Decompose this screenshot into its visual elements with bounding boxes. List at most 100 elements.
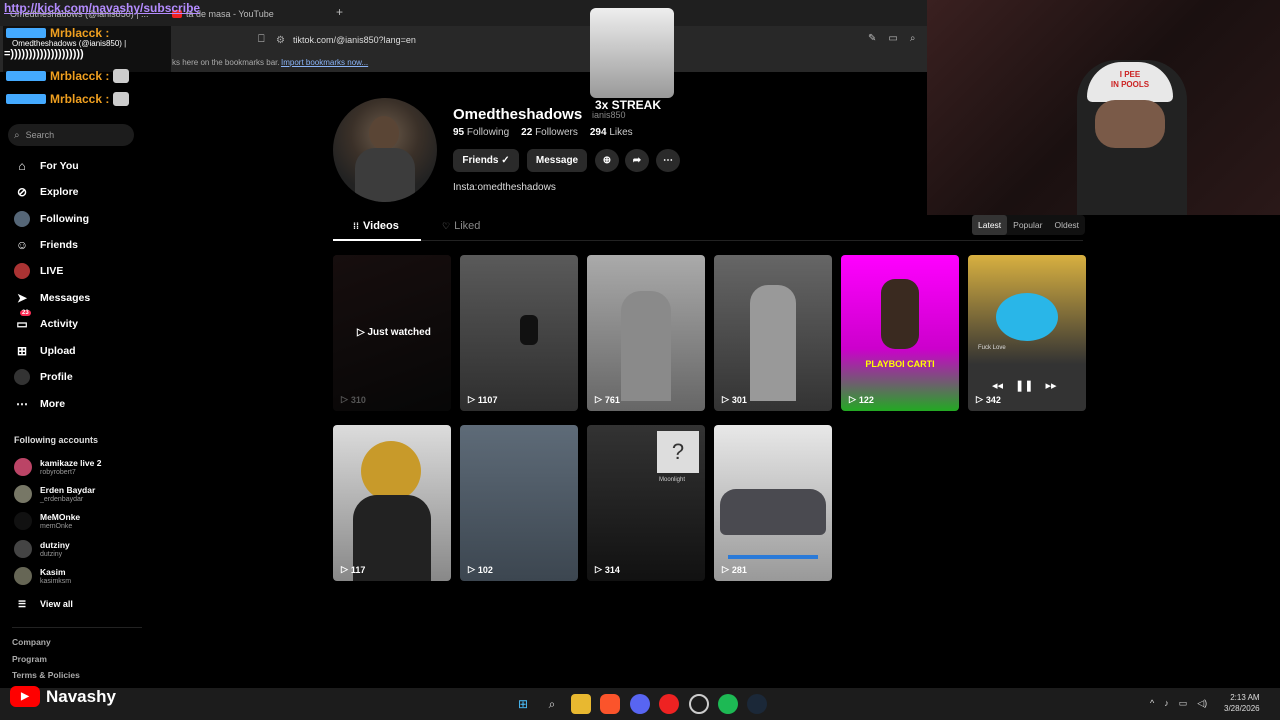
nav-item-following[interactable]: Following	[14, 209, 89, 229]
video-tile[interactable]: ▷ 117	[333, 425, 451, 581]
live-icon	[14, 263, 30, 279]
media-player-icon[interactable]	[659, 694, 679, 714]
tab-liked[interactable]: ♡ Liked	[442, 220, 480, 232]
system-tray: ^ ♪ ▭ ◁)	[1150, 698, 1207, 709]
nav-label: Activity	[40, 318, 78, 330]
avatar-head	[369, 116, 399, 150]
spotify-icon[interactable]	[718, 694, 738, 714]
tab-videos[interactable]: ⁞⁞ Videos	[353, 220, 399, 232]
following-account[interactable]: kamikaze live 2 robyrobert7	[14, 454, 101, 480]
sort-oldest[interactable]: Oldest	[1048, 215, 1085, 235]
nav-item-activity[interactable]: ▭ 23 Activity	[14, 310, 78, 334]
nav-item-explore[interactable]: ⊘ Explore	[14, 182, 79, 202]
view-count-value: 310	[350, 394, 366, 405]
rewind-icon: ◂◂	[992, 380, 1004, 392]
following-stat[interactable]: 95 Following	[453, 127, 509, 138]
following-account[interactable]: MeMOnke memOnke	[14, 508, 80, 534]
streamer-face	[1095, 100, 1165, 148]
following-account[interactable]: Kasim kasimksm	[14, 563, 71, 589]
import-bookmarks-link[interactable]: Import bookmarks now...	[281, 58, 368, 67]
video-tile[interactable]: ▷ 761	[587, 255, 705, 411]
activity-icon: ▭ 23	[16, 310, 31, 331]
brave-browser-icon[interactable]	[600, 694, 620, 714]
microphone-icon[interactable]: ♪	[1164, 698, 1169, 709]
nav-item-live[interactable]: LIVE	[14, 261, 63, 281]
zoom-icon[interactable]: ⌕	[910, 33, 916, 44]
search-input[interactable]: ⌕ Search	[8, 124, 134, 146]
view-count: ▷ 281	[722, 564, 747, 575]
steam-icon[interactable]	[747, 694, 767, 714]
footer-link-company[interactable]: Company	[12, 637, 51, 647]
obs-icon[interactable]	[689, 694, 709, 714]
video-tile[interactable]: ▷ 281	[714, 425, 832, 581]
person-figure	[881, 279, 919, 349]
followers-label: Followers	[535, 127, 578, 138]
footer-link-program[interactable]: Program	[12, 654, 47, 664]
brand-name: Navashy	[46, 686, 116, 706]
chat-badges-icon	[6, 94, 46, 104]
message-button[interactable]: Message	[527, 149, 587, 172]
view-count-value: 122	[858, 394, 874, 405]
nav-item-more[interactable]: ⋯ More	[14, 394, 65, 414]
video-tile[interactable]: ? Moonlight ▷ 314	[587, 425, 705, 581]
streak-label: 3x STREAK	[595, 98, 662, 112]
friends-icon: ☺	[15, 238, 29, 252]
account-name: kamikaze live 2	[40, 457, 102, 468]
bookmark-icon[interactable]: ⎕	[258, 33, 265, 46]
nav-item-for-you[interactable]: ⌂ For You	[14, 156, 78, 176]
view-all-link[interactable]: ☰ View all	[14, 594, 73, 614]
volume-icon[interactable]: ◁)	[1197, 698, 1207, 709]
nav-item-friends[interactable]: ☺ Friends	[14, 235, 78, 255]
blue-circle-shape	[996, 293, 1058, 341]
add-friend-icon[interactable]: ⊕	[595, 149, 619, 172]
chat-badges-icon	[6, 71, 46, 81]
followers-stat[interactable]: 22 Followers	[521, 127, 578, 138]
file-explorer-icon[interactable]	[571, 694, 591, 714]
person-figure	[750, 285, 796, 401]
just-watched-text: Just watched	[367, 327, 431, 338]
player-figure	[520, 315, 538, 345]
account-name: Erden Baydar	[40, 484, 96, 495]
following-account[interactable]: Erden Baydar _erdenbaydar	[14, 481, 95, 507]
following-accounts-title: Following accounts	[14, 435, 99, 445]
chat-badges-icon	[6, 28, 46, 38]
video-tile[interactable]: ▷ 301	[714, 255, 832, 411]
following-account[interactable]: dutziny dutziny	[14, 536, 70, 562]
share-icon[interactable]: ➦	[625, 149, 649, 172]
cast-icon[interactable]: ▭	[888, 33, 897, 44]
video-tile[interactable]: ▷ Just watched ▷ 310	[333, 255, 451, 411]
profile-icon	[14, 369, 30, 385]
view-count: ▷ 761	[595, 394, 620, 405]
sort-popular[interactable]: Popular	[1007, 215, 1048, 235]
view-count-value: 761	[604, 394, 620, 405]
footer-link-terms[interactable]: Terms & Policies	[12, 670, 80, 680]
sort-latest[interactable]: Latest	[972, 215, 1008, 235]
youtube-logo-icon: ▶	[10, 686, 40, 707]
nav-item-messages[interactable]: ➤ Messages	[14, 288, 90, 308]
new-tab-button[interactable]: +	[336, 5, 343, 19]
discord-icon[interactable]	[630, 694, 650, 714]
taskbar-search-icon[interactable]: ⌕	[542, 694, 562, 714]
video-tile[interactable]: Fuck Love ◂◂ ❚❚ ▸▸ ▷ 342	[968, 255, 1086, 411]
more-options-icon[interactable]: ⋯	[656, 149, 680, 172]
video-tile[interactable]: PLAYBOI CARTI ▷ 122	[841, 255, 959, 411]
taskbar-clock[interactable]: 2:13 AM 3/28/2026	[1224, 692, 1260, 714]
video-tile[interactable]: ▷ 1107	[460, 255, 578, 411]
friends-button[interactable]: Friends ✓	[453, 149, 519, 172]
reader-icon[interactable]: ✎	[868, 33, 876, 44]
likes-count: 294	[589, 127, 607, 138]
windows-start-icon[interactable]: ⊞	[513, 694, 533, 714]
address-bar-actions: ✎ ▭ ⌕	[868, 33, 915, 44]
account-handle: dutziny	[40, 550, 63, 558]
video-tile[interactable]: ▷ 102	[460, 425, 578, 581]
nav-item-profile[interactable]: Profile	[14, 367, 73, 387]
view-count-value: 314	[604, 564, 620, 575]
network-icon[interactable]: ▭	[1179, 698, 1188, 709]
nav-item-upload[interactable]: ⊞ Upload	[14, 341, 76, 361]
chevron-up-icon[interactable]: ^	[1150, 698, 1154, 709]
tab-label: Videos	[363, 220, 399, 232]
chat-message: Mrblacck :	[6, 92, 130, 106]
view-count: ▷ 314	[595, 564, 620, 575]
following-count: 95	[453, 127, 465, 138]
url-field[interactable]: ⚙ tiktok.com/@ianis850?lang=en	[276, 31, 896, 49]
